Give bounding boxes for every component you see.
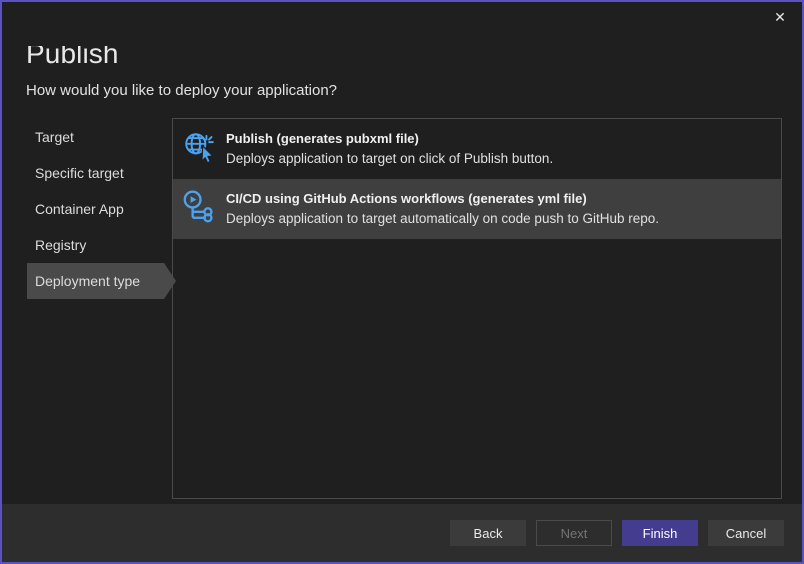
page-subtitle: How would you like to deploy your applic… — [26, 82, 802, 99]
option-description: Deploys application to target automatica… — [226, 210, 659, 228]
sidebar-item-label: Specific target — [35, 165, 124, 181]
deployment-type-list: Publish (generates pubxml file) Deploys … — [172, 118, 782, 499]
back-button[interactable]: Back — [450, 520, 526, 546]
option-text: Publish (generates pubxml file) Deploys … — [226, 129, 553, 168]
sidebar-item-target[interactable]: Target — [27, 119, 172, 155]
sidebar-item-specific-target[interactable]: Specific target — [27, 155, 172, 191]
finish-button[interactable]: Finish — [622, 520, 698, 546]
sidebar: Target Specific target Container App Reg… — [2, 118, 172, 504]
sidebar-item-label: Deployment type — [35, 273, 140, 289]
cicd-pipeline-icon — [182, 190, 216, 224]
title-bar: ✕ — [2, 2, 802, 46]
cancel-button[interactable]: Cancel — [708, 520, 784, 546]
sidebar-item-label: Container App — [35, 201, 124, 217]
sidebar-item-container-app[interactable]: Container App — [27, 191, 172, 227]
option-description: Deploys application to target on click o… — [226, 150, 553, 168]
close-icon[interactable]: ✕ — [758, 2, 802, 32]
globe-cursor-icon — [182, 130, 216, 164]
option-text: CI/CD using GitHub Actions workflows (ge… — [226, 189, 659, 228]
dialog-footer: Back Next Finish Cancel — [2, 504, 802, 562]
option-title: CI/CD using GitHub Actions workflows (ge… — [226, 190, 659, 207]
option-title: Publish (generates pubxml file) — [226, 130, 553, 147]
dialog-header: Publish How would you like to deploy you… — [2, 46, 802, 99]
sidebar-item-label: Registry — [35, 237, 86, 253]
dialog-body: Target Specific target Container App Reg… — [2, 99, 802, 504]
option-row-cicd-github-actions[interactable]: CI/CD using GitHub Actions workflows (ge… — [173, 179, 781, 239]
sidebar-item-deployment-type[interactable]: Deployment type — [27, 263, 164, 299]
sidebar-item-registry[interactable]: Registry — [27, 227, 172, 263]
next-button: Next — [536, 520, 612, 546]
publish-dialog-window: ✕ Publish How would you like to deploy y… — [0, 0, 804, 564]
option-row-publish[interactable]: Publish (generates pubxml file) Deploys … — [173, 119, 781, 179]
sidebar-item-label: Target — [35, 129, 74, 145]
